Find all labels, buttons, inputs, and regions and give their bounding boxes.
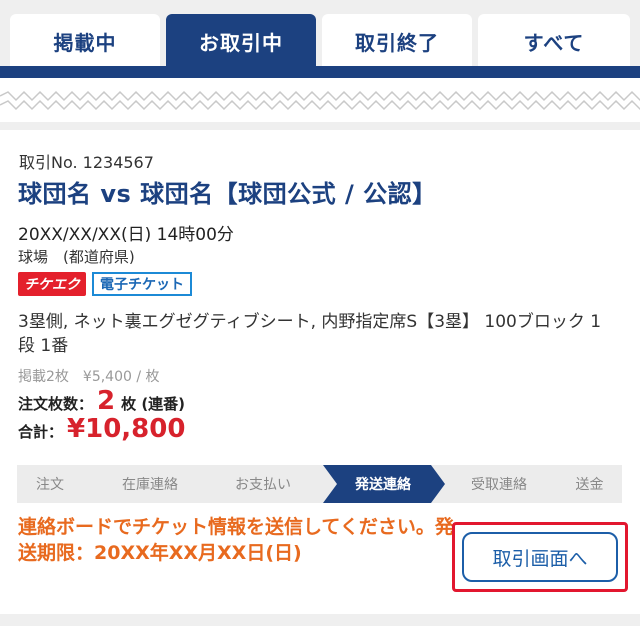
order-total: 合計： ¥10,800 — [18, 414, 185, 444]
quantity-unit: 枚 (連番) — [121, 395, 186, 413]
event-title: 球団名 vs 球団名【球団公式 / 公認】 — [18, 180, 437, 208]
total-label: 合計： — [18, 423, 64, 441]
order-quantity: 注文枚数： 2 枚 (連番) — [18, 386, 185, 416]
transaction-number: 取引No. 1234567 — [19, 153, 154, 172]
listing-info: 掲載2枚 ¥5,400 / 枚 — [18, 369, 160, 385]
tab-all[interactable]: すべて — [478, 14, 630, 68]
event-datetime: 20XX/XX/XX(日) 14時00分 — [18, 225, 234, 245]
zigzag-divider — [0, 78, 640, 122]
ticket-badges: チケエク 電子チケット — [18, 272, 192, 296]
tab-completed[interactable]: 取引終了 — [322, 14, 472, 68]
progress-steps: 注文 在庫連絡 お支払い 発送連絡 受取連絡 送金 — [17, 465, 622, 503]
step-receipt-contact: 受取連絡 — [471, 477, 527, 493]
step-stock-contact: 在庫連絡 — [122, 477, 178, 493]
event-venue: 球場 (都道府県) — [18, 248, 135, 266]
quantity-value: 2 — [97, 386, 116, 416]
highlight-frame: 取引画面へ — [452, 522, 628, 592]
step-shipping-contact: 発送連絡 — [355, 477, 411, 493]
step-remittance: 送金 — [575, 477, 604, 493]
go-to-transaction-button[interactable]: 取引画面へ — [462, 532, 618, 582]
tab-bar: 掲載中 お取引中 取引終了 すべて — [0, 0, 640, 78]
quantity-label: 注文枚数： — [18, 395, 94, 413]
seat-info: 3塁側, ネット裏エグゼグティブシート, 内野指定席S【3塁】 100ブロック … — [18, 312, 602, 356]
tab-in-progress[interactable]: お取引中 — [166, 14, 316, 68]
step-order: 注文 — [36, 477, 64, 493]
e-ticket-badge: 電子チケット — [92, 272, 192, 296]
step-payment: お支払い — [235, 477, 291, 493]
ticket-check-badge: チケエク — [18, 272, 86, 296]
tab-underline — [0, 66, 640, 78]
total-amount: ¥10,800 — [67, 414, 186, 444]
shipping-notice: 連絡ボードでチケット情報を送信してください。発送期限：20XX年XX月XX日(日… — [18, 516, 454, 564]
tab-listed[interactable]: 掲載中 — [10, 14, 160, 68]
